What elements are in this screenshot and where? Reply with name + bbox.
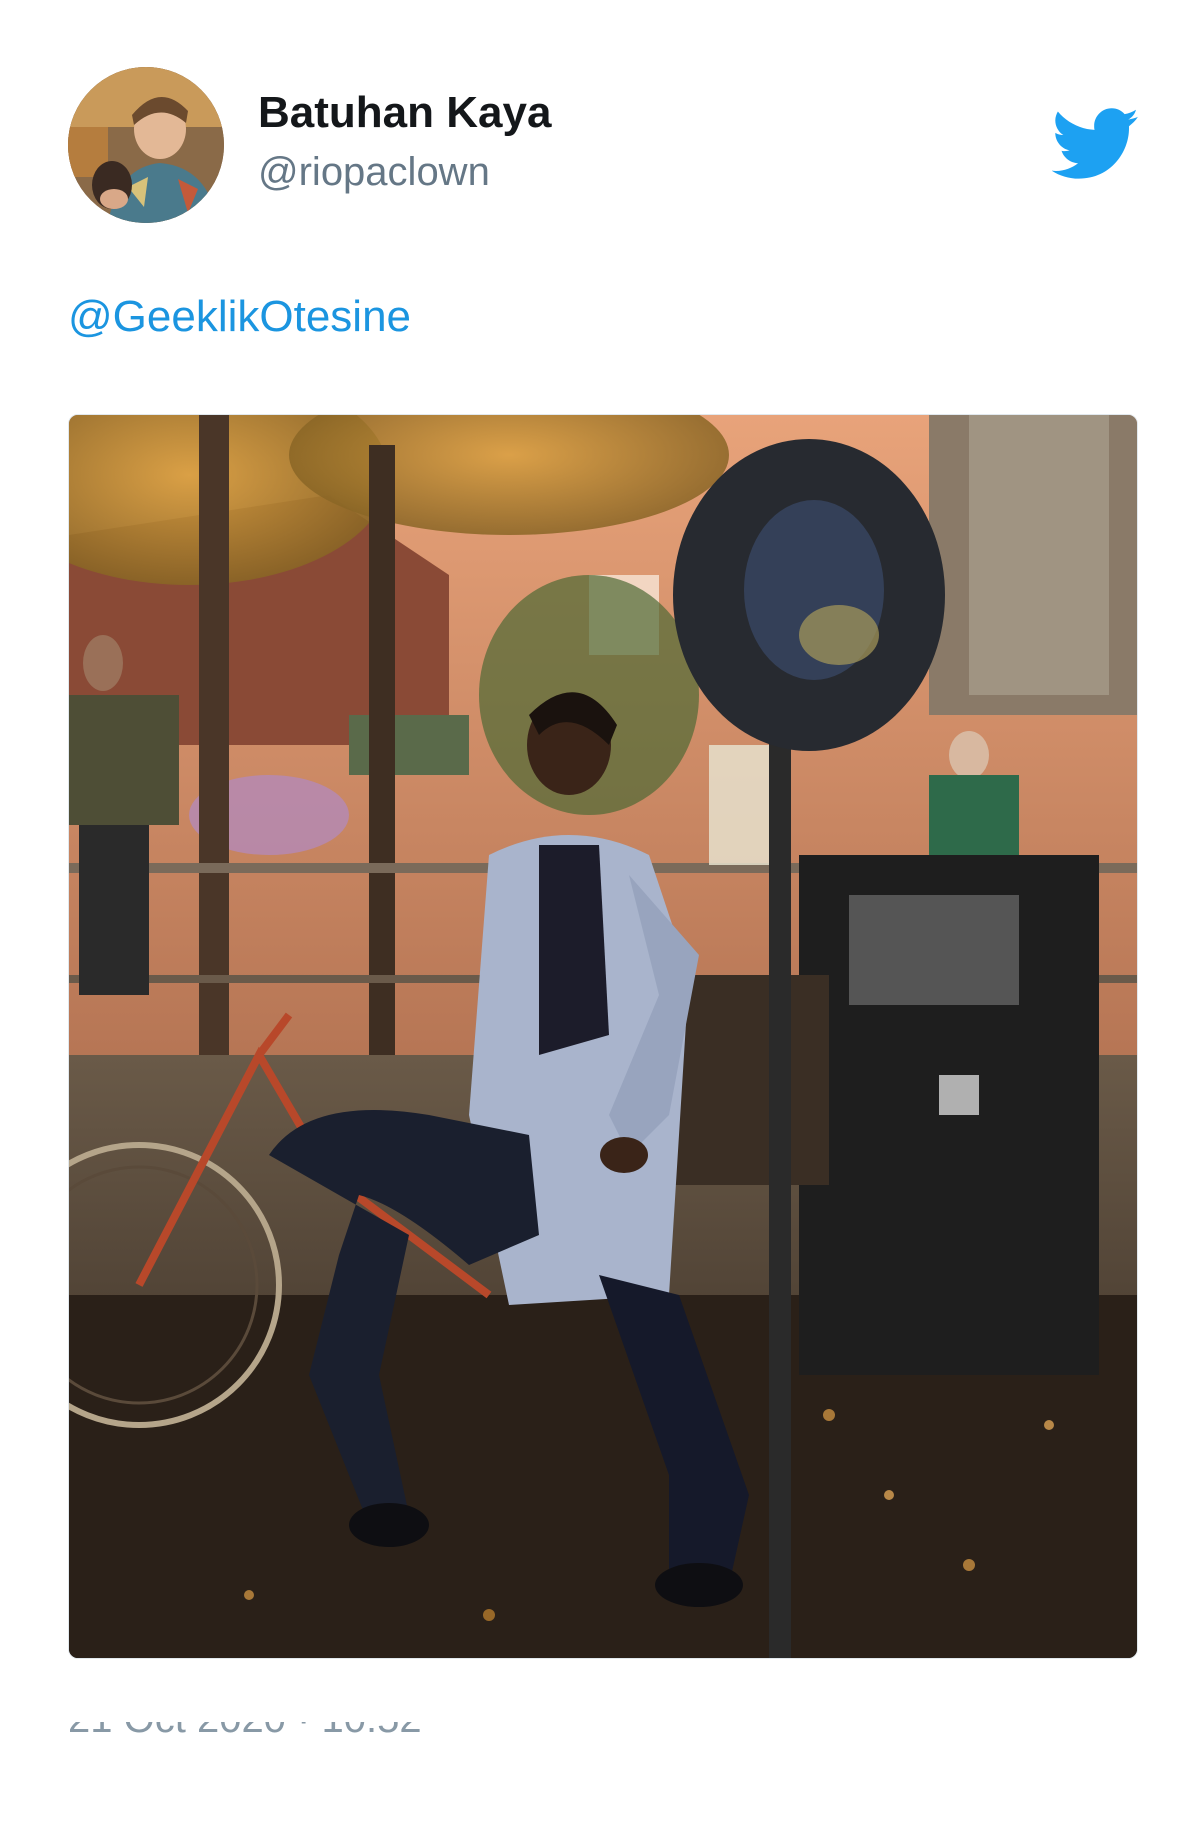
author-handle[interactable]: @riopaclown (258, 150, 490, 195)
tweet-timestamp[interactable]: 21 Oct 2020 · 10:52 (68, 1722, 422, 1746)
twitter-bird-icon[interactable] (1051, 108, 1140, 180)
mention-link[interactable]: @GeeklikOtesine (68, 292, 411, 342)
tweet-timestamp-text: 21 Oct 2020 · 10:52 (68, 1722, 422, 1744)
avatar[interactable] (68, 67, 224, 223)
tweet-media-video[interactable] (68, 414, 1138, 1659)
tweet-card: Batuhan Kaya @riopaclown @GeeklikOtesine (0, 0, 1200, 1827)
author-display-name[interactable]: Batuhan Kaya (258, 88, 551, 138)
